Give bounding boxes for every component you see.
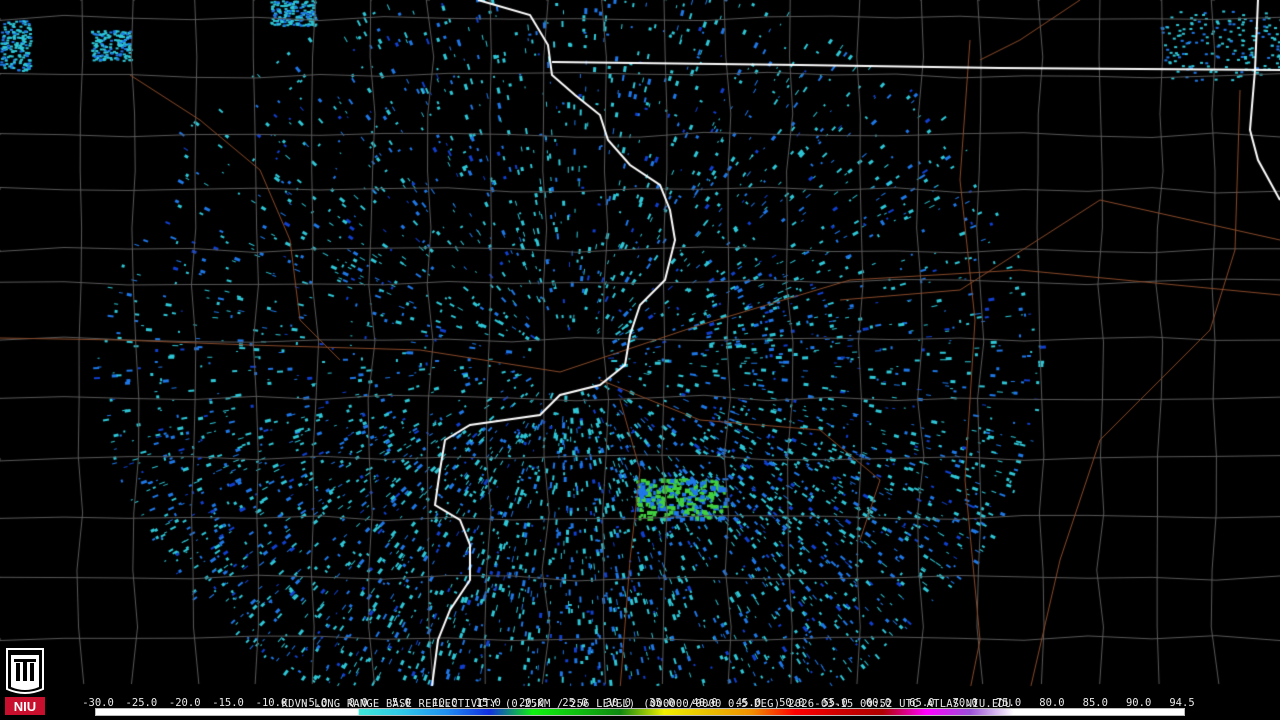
scale-label: 90.0 [1125,697,1152,709]
scale-label: -30.0 [82,697,114,709]
scale-label: 10.0 [432,697,458,709]
scale-label: 70.0 [952,697,978,709]
color-scale-labels: -30.0 -25.0 -20.0 -15.0 -10.0 -5.0 0.0 5.0 10.0 1… [82,697,1194,709]
scale-label: -20.0 [168,697,201,709]
scale-label: 15.0 [475,697,501,709]
scale-label: 25.0 [562,697,588,709]
color-scale-bar [95,708,1185,716]
scale-label: 85.0 [1082,697,1108,709]
niu-tower-icon: NIU [3,645,47,717]
scale-label: 40.0 [692,697,718,709]
scale-label: 65.0 [909,697,935,709]
scale-label: -10.0 [255,697,288,709]
scale-label: 35.0 [649,697,675,709]
scale-label: -15.0 [212,697,244,709]
scale-label: -5.0 [302,697,328,709]
scale-label: -25.0 [125,697,158,709]
radar-reflectivity-map [0,0,1280,720]
scale-label: 60.0 [865,697,892,709]
scale-label: 30.0 [605,697,631,709]
scale-label: 45.0 [735,697,762,709]
scale-label: 75.0 [995,697,1022,709]
scale-label: 5.0 [392,697,411,709]
scale-label: 80.0 [1039,697,1065,709]
scale-label: 55.0 [822,697,848,709]
scale-label: 20.0 [518,697,545,709]
niu-logo-text: NIU [14,699,36,714]
scale-label: 50.0 [779,697,805,709]
scale-label: 94.5 [1169,697,1195,709]
scale-label: 0.0 [348,697,368,709]
